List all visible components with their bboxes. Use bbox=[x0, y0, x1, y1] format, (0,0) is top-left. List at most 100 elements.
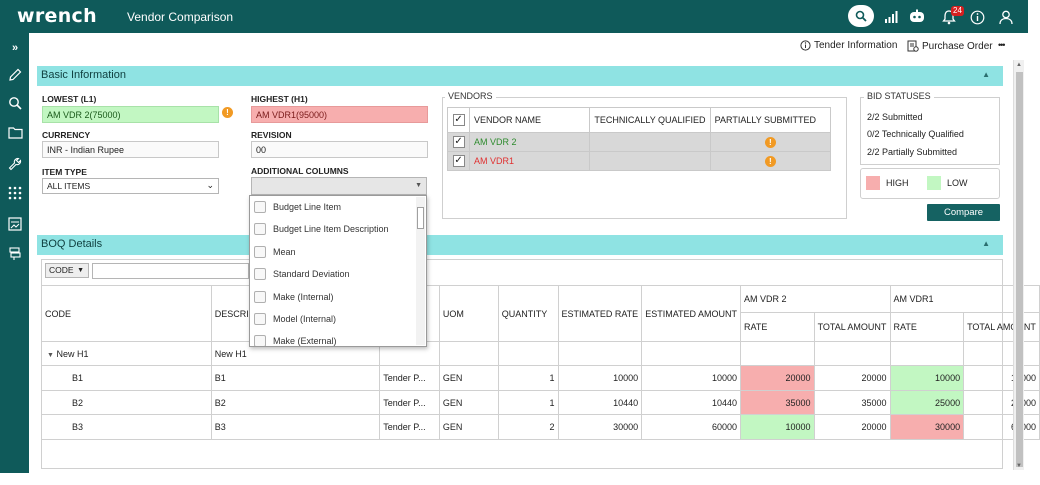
technically-qualified-header: TECHNICALLY QUALIFIED bbox=[589, 107, 711, 133]
option-make-internal[interactable]: Make (Internal) bbox=[254, 291, 334, 303]
rate-column-header[interactable]: RATE bbox=[740, 312, 815, 342]
code-column-header[interactable]: CODE bbox=[41, 285, 212, 342]
search-nav-icon[interactable] bbox=[5, 93, 25, 113]
collapse-chevron-icon[interactable]: ▲ bbox=[982, 239, 990, 248]
bid-status-partially-submitted: 2/2 Partially Submitted bbox=[867, 147, 958, 157]
dropdown-scrollbar[interactable] bbox=[416, 197, 425, 345]
tender-information-label: Tender Information bbox=[814, 40, 898, 51]
expand-icon[interactable]: » bbox=[5, 38, 25, 58]
item-type-value: ALL ITEMS bbox=[47, 181, 91, 191]
total-amount-column-header[interactable]: TOTAL AMOUNT bbox=[963, 312, 1040, 342]
info-circle-icon bbox=[800, 40, 811, 51]
option-make-external[interactable]: Make (External) bbox=[254, 335, 337, 346]
scroll-up-arrow-icon[interactable]: ▲ bbox=[1016, 62, 1022, 68]
signpost-icon[interactable] bbox=[5, 243, 25, 263]
tender-information-link[interactable]: Tender Information bbox=[800, 40, 897, 51]
vendor-checkbox[interactable]: ✓ bbox=[452, 155, 465, 167]
technically-qualified-cell bbox=[589, 151, 711, 171]
low-legend: LOW bbox=[927, 176, 968, 190]
page-title: Vendor Comparison bbox=[127, 10, 234, 24]
highest-label: HIGHEST (H1) bbox=[251, 94, 308, 104]
document-icon bbox=[907, 40, 919, 52]
table-row[interactable]: B3 B3 Tender P... GEN 2 30000 60000 1000… bbox=[41, 414, 1040, 440]
rate-column-header[interactable]: RATE bbox=[889, 312, 965, 342]
collapse-chevron-icon[interactable]: ▲ bbox=[982, 70, 990, 79]
grid-header-row: CODE DESCRIPTION UOM QUANTITY ESTIMATED … bbox=[41, 285, 1040, 342]
option-mean[interactable]: Mean bbox=[254, 246, 296, 258]
quantity-column-header[interactable]: QUANTITY bbox=[497, 285, 559, 342]
option-budget-line-item-description[interactable]: Budget Line Item Description bbox=[254, 223, 389, 235]
basic-information-header[interactable]: Basic Information ▲ bbox=[37, 66, 1003, 86]
report-icon[interactable] bbox=[5, 214, 25, 234]
checkbox[interactable] bbox=[254, 201, 266, 213]
item-type-label: ITEM TYPE bbox=[42, 167, 87, 177]
top-bar: wrench Vendor Comparison 24 bbox=[0, 0, 1028, 33]
page-scroll-thumb[interactable] bbox=[1016, 72, 1023, 467]
vendor-checkbox[interactable]: ✓ bbox=[452, 136, 465, 148]
compare-button[interactable]: Compare bbox=[927, 204, 1000, 221]
user-icon[interactable] bbox=[995, 6, 1017, 28]
caret-down-icon: ▼ bbox=[77, 267, 84, 274]
code-filter-select[interactable]: CODE ▼ bbox=[45, 263, 89, 278]
technically-qualified-cell bbox=[589, 132, 711, 152]
uom-column-header[interactable]: UOM bbox=[438, 285, 499, 342]
warning-icon: ! bbox=[222, 107, 233, 118]
estimated-rate-column-header[interactable]: ESTIMATED RATE bbox=[557, 285, 643, 342]
more-options-icon[interactable]: ••• bbox=[998, 40, 1006, 50]
table-row[interactable]: B1 B1 Tender P... GEN 1 10000 10000 2000… bbox=[41, 365, 1040, 391]
option-standard-deviation[interactable]: Standard Deviation bbox=[254, 268, 350, 280]
select-all-checkbox[interactable]: ✓ bbox=[452, 114, 465, 126]
info-icon[interactable] bbox=[966, 6, 988, 28]
wrench-icon[interactable] bbox=[5, 154, 25, 174]
app-logo[interactable]: wrench bbox=[17, 5, 97, 27]
edit-icon[interactable] bbox=[5, 65, 25, 85]
high-legend: HIGH bbox=[866, 176, 909, 190]
purchase-order-link[interactable]: Purchase Order bbox=[907, 40, 993, 52]
total-amount-column-header[interactable]: TOTAL AMOUNT bbox=[813, 312, 891, 342]
warning-icon: ! bbox=[764, 136, 776, 148]
low-swatch bbox=[927, 176, 941, 190]
currency-field: INR - Indian Rupee bbox=[42, 141, 219, 158]
table-row[interactable]: B2 B2 Tender P... GEN 1 10440 10440 3500… bbox=[41, 390, 1040, 415]
currency-label: CURRENCY bbox=[42, 130, 91, 140]
scroll-down-arrow-icon[interactable]: ▼ bbox=[1016, 463, 1022, 469]
group-row[interactable]: ▼ New H1 New H1 bbox=[41, 341, 1040, 366]
vendor-row[interactable]: ✓ AM VDR 2 ! bbox=[446, 132, 832, 152]
lowest-field: AM VDR 2(75000) bbox=[42, 106, 219, 123]
checkbox[interactable] bbox=[254, 291, 266, 303]
revision-field: 00 bbox=[251, 141, 428, 158]
notification-badge: 24 bbox=[951, 6, 964, 16]
page-scrollbar[interactable]: ▲ ▼ bbox=[1013, 60, 1024, 470]
option-model-internal[interactable]: Model (Internal) bbox=[254, 313, 336, 325]
vendor-row[interactable]: ✓ AM VDR1 ! bbox=[446, 151, 832, 171]
item-type-select[interactable]: ALL ITEMS ⌄ bbox=[42, 178, 219, 194]
chevron-down-icon: ⌄ bbox=[206, 180, 214, 190]
search-icon[interactable] bbox=[848, 5, 874, 27]
vendors-table: ✓ VENDOR NAME TECHNICALLY QUALIFIED PART… bbox=[446, 107, 832, 171]
checkbox[interactable] bbox=[254, 313, 266, 325]
boq-details-header[interactable]: BOQ Details ▲ bbox=[37, 235, 1003, 255]
dropdown-scroll-thumb[interactable] bbox=[417, 207, 424, 229]
checkbox[interactable] bbox=[254, 246, 266, 258]
additional-columns-select[interactable]: ▼ bbox=[251, 177, 427, 195]
bid-status-submitted: 2/2 Submitted bbox=[867, 112, 923, 122]
apps-grid-icon[interactable] bbox=[5, 183, 25, 203]
vendor-name: AM VDR 2 bbox=[469, 132, 591, 152]
analytics-icon[interactable] bbox=[880, 6, 902, 28]
estimated-amount-column-header[interactable]: ESTIMATED AMOUNT bbox=[641, 285, 742, 342]
chat-bot-icon[interactable] bbox=[906, 6, 928, 28]
additional-columns-label: ADDITIONAL COLUMNS bbox=[251, 166, 349, 176]
caret-down-icon: ▼ bbox=[415, 182, 422, 189]
code-filter-input[interactable] bbox=[92, 263, 249, 279]
folder-icon[interactable] bbox=[5, 122, 25, 142]
checkbox[interactable] bbox=[254, 223, 266, 235]
vendors-header-row: ✓ VENDOR NAME TECHNICALLY QUALIFIED PART… bbox=[446, 107, 832, 133]
option-budget-line-item[interactable]: Budget Line Item bbox=[254, 201, 341, 213]
revision-label: REVISION bbox=[251, 130, 292, 140]
left-nav-rail: » bbox=[0, 33, 29, 473]
checkbox[interactable] bbox=[254, 268, 266, 280]
basic-information-title: Basic Information bbox=[41, 69, 126, 81]
collapse-caret-icon[interactable]: ▼ bbox=[47, 352, 54, 359]
checkbox[interactable] bbox=[254, 335, 266, 346]
vendors-legend: VENDORS bbox=[445, 91, 496, 101]
